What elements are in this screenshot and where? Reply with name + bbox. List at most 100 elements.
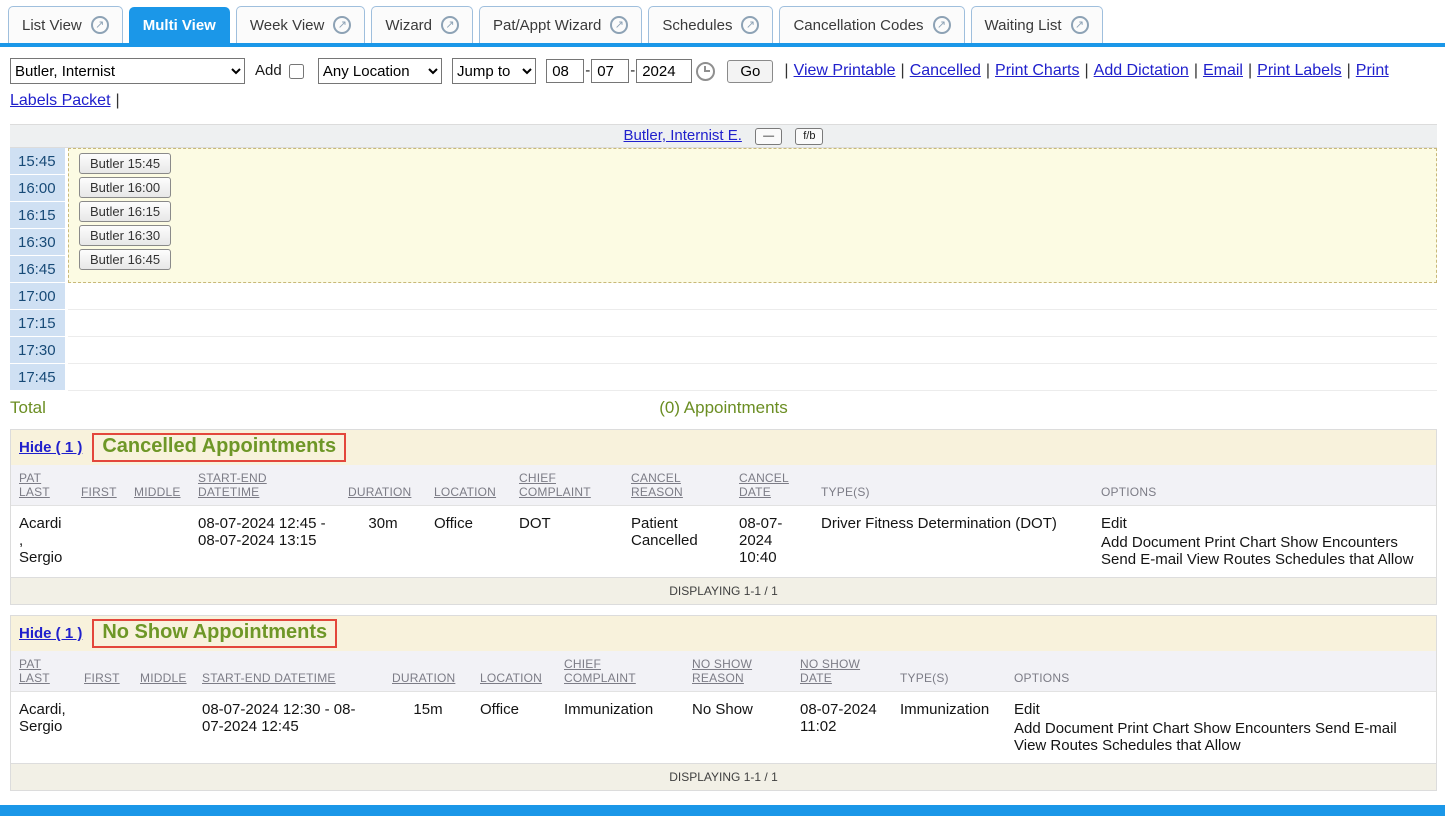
add-document-link[interactable]: Add Document <box>1101 534 1200 551</box>
duration-cell: 30m <box>340 506 426 578</box>
middle-cell <box>126 506 190 578</box>
date-month-input[interactable] <box>546 59 584 83</box>
hide-cancelled-link[interactable]: Hide ( 1 ) <box>19 439 82 456</box>
col-cancel-reason[interactable]: CANCEL REASON <box>623 465 731 506</box>
show-encounters-link[interactable]: Show Encounters <box>1193 720 1311 737</box>
col-duration[interactable]: DURATION <box>340 465 426 506</box>
open-new-window-icon[interactable] <box>333 16 351 34</box>
location-select[interactable]: Any Location <box>318 58 442 84</box>
email-link[interactable]: Email <box>1203 62 1243 79</box>
cancelled-header-row: PAT LAST FIRST MIDDLE START-END DATETIME… <box>11 465 1436 506</box>
tab-label: List View <box>22 17 82 34</box>
print-charts-link[interactable]: Print Charts <box>995 62 1079 79</box>
col-location[interactable]: LOCATION <box>472 651 556 692</box>
slot-button[interactable]: Butler 16:45 <box>79 249 171 270</box>
edit-link[interactable]: Edit <box>1101 515 1428 532</box>
no-show-header-row: PAT LAST FIRST MIDDLE START-END DATETIME… <box>11 651 1436 692</box>
tab-week-view[interactable]: Week View <box>236 6 365 43</box>
cancelled-appointment-row: Acardi, Sergio 08-07-2024 12:45 - 08-07-… <box>11 506 1436 578</box>
hide-no-show-link[interactable]: Hide ( 1 ) <box>19 625 82 642</box>
provider-link[interactable]: Butler, Internist E. <box>624 127 742 144</box>
col-location[interactable]: LOCATION <box>426 465 511 506</box>
open-slot-area: Butler 15:45 Butler 16:00 Butler 16:15 B… <box>68 148 1437 283</box>
col-no-show-date[interactable]: NO SHOW DATE <box>792 651 892 692</box>
tab-label: Waiting List <box>985 17 1062 34</box>
send-email-link[interactable]: Send E-mail <box>1101 551 1183 568</box>
open-new-window-icon[interactable] <box>441 16 459 34</box>
time-cell: 16:30 <box>10 229 65 256</box>
open-new-window-icon[interactable] <box>933 16 951 34</box>
col-start-end-datetime[interactable]: START-END DATETIME <box>190 465 340 506</box>
separator <box>1347 62 1351 79</box>
tab-label: Schedules <box>662 17 732 34</box>
col-middle[interactable]: MIDDLE <box>126 465 190 506</box>
cancelled-link[interactable]: Cancelled <box>910 62 981 79</box>
time-cell: 16:15 <box>10 202 65 229</box>
tab-cancellation-codes[interactable]: Cancellation Codes <box>779 6 964 43</box>
clock-icon[interactable] <box>696 62 715 81</box>
col-cancel-date[interactable]: CANCEL DATE <box>731 465 813 506</box>
view-printable-link[interactable]: View Printable <box>794 62 896 79</box>
tab-bar: List View Multi View Week View Wizard Pa… <box>0 0 1445 47</box>
empty-schedule-row <box>68 310 1437 337</box>
print-chart-link[interactable]: Print Chart <box>1117 720 1189 737</box>
duration-cell: 15m <box>384 692 472 764</box>
tab-list-view[interactable]: List View <box>8 6 123 43</box>
jump-to-select[interactable]: Jump to <box>452 58 536 84</box>
col-chief-complaint[interactable]: CHIEF COMPLAINT <box>511 465 623 506</box>
time-cell: 17:00 <box>10 283 65 310</box>
col-middle[interactable]: MIDDLE <box>132 651 194 692</box>
no-show-reason-cell: No Show <box>684 692 792 764</box>
open-new-window-icon[interactable] <box>91 16 109 34</box>
schedules-that-allow-link[interactable]: Schedules that Allow <box>1275 551 1413 568</box>
go-button[interactable]: Go <box>727 60 773 83</box>
date-day-input[interactable] <box>591 59 629 83</box>
edit-link[interactable]: Edit <box>1014 701 1428 718</box>
view-routes-link[interactable]: View Routes <box>1187 551 1271 568</box>
col-chief-complaint[interactable]: CHIEF COMPLAINT <box>556 651 684 692</box>
show-encounters-link[interactable]: Show Encounters <box>1280 534 1398 551</box>
col-start-end-datetime[interactable]: START-END DATETIME <box>194 651 384 692</box>
bottom-accent-bar <box>0 805 1445 816</box>
col-pat-last[interactable]: PAT LAST <box>11 651 76 692</box>
send-email-link[interactable]: Send E-mail <box>1315 720 1397 737</box>
tab-schedules[interactable]: Schedules <box>648 6 773 43</box>
col-no-show-reason[interactable]: NO SHOW REASON <box>684 651 792 692</box>
schedule-body: 15:45 16:00 16:15 16:30 16:45 17:00 17:1… <box>10 148 1437 391</box>
schedules-that-allow-link[interactable]: Schedules that Allow <box>1102 737 1240 754</box>
tab-label: Wizard <box>385 17 432 34</box>
add-dictation-link[interactable]: Add Dictation <box>1094 62 1189 79</box>
fb-button[interactable]: f/b <box>795 128 823 145</box>
col-duration[interactable]: DURATION <box>384 651 472 692</box>
slot-button[interactable]: Butler 16:15 <box>79 201 171 222</box>
open-new-window-icon[interactable] <box>610 16 628 34</box>
tab-multi-view[interactable]: Multi View <box>129 7 230 43</box>
tab-wizard[interactable]: Wizard <box>371 6 473 43</box>
slot-button[interactable]: Butler 15:45 <box>79 153 171 174</box>
separator <box>116 92 120 109</box>
tab-pat-appt-wizard[interactable]: Pat/Appt Wizard <box>479 6 642 43</box>
tab-waiting-list[interactable]: Waiting List <box>971 6 1103 43</box>
total-appointments: (0) Appointments <box>10 398 1437 418</box>
chief-complaint-cell: Immunization <box>556 692 684 764</box>
schedule-provider-header: Butler, Internist E. — f/b <box>10 124 1437 148</box>
col-first[interactable]: FIRST <box>76 651 132 692</box>
cancelled-displaying-count: DISPLAYING 1-1 / 1 <box>11 577 1436 604</box>
open-new-window-icon[interactable] <box>741 16 759 34</box>
view-routes-link[interactable]: View Routes <box>1014 737 1098 754</box>
print-chart-link[interactable]: Print Chart <box>1204 534 1276 551</box>
print-labels-link[interactable]: Print Labels <box>1257 62 1342 79</box>
open-new-window-icon[interactable] <box>1071 16 1089 34</box>
add-checkbox[interactable] <box>289 64 304 79</box>
empty-schedule-row <box>68 283 1437 310</box>
provider-select[interactable]: Butler, Internist <box>10 58 245 84</box>
cancelled-appointments-table: PAT LAST FIRST MIDDLE START-END DATETIME… <box>11 465 1436 577</box>
col-first[interactable]: FIRST <box>73 465 126 506</box>
time-cell: 17:15 <box>10 310 65 337</box>
col-pat-last[interactable]: PAT LAST <box>11 465 73 506</box>
date-year-input[interactable] <box>636 59 692 83</box>
slot-button[interactable]: Butler 16:30 <box>79 225 171 246</box>
minimize-button[interactable]: — <box>755 128 782 145</box>
add-document-link[interactable]: Add Document <box>1014 720 1113 737</box>
slot-button[interactable]: Butler 16:00 <box>79 177 171 198</box>
